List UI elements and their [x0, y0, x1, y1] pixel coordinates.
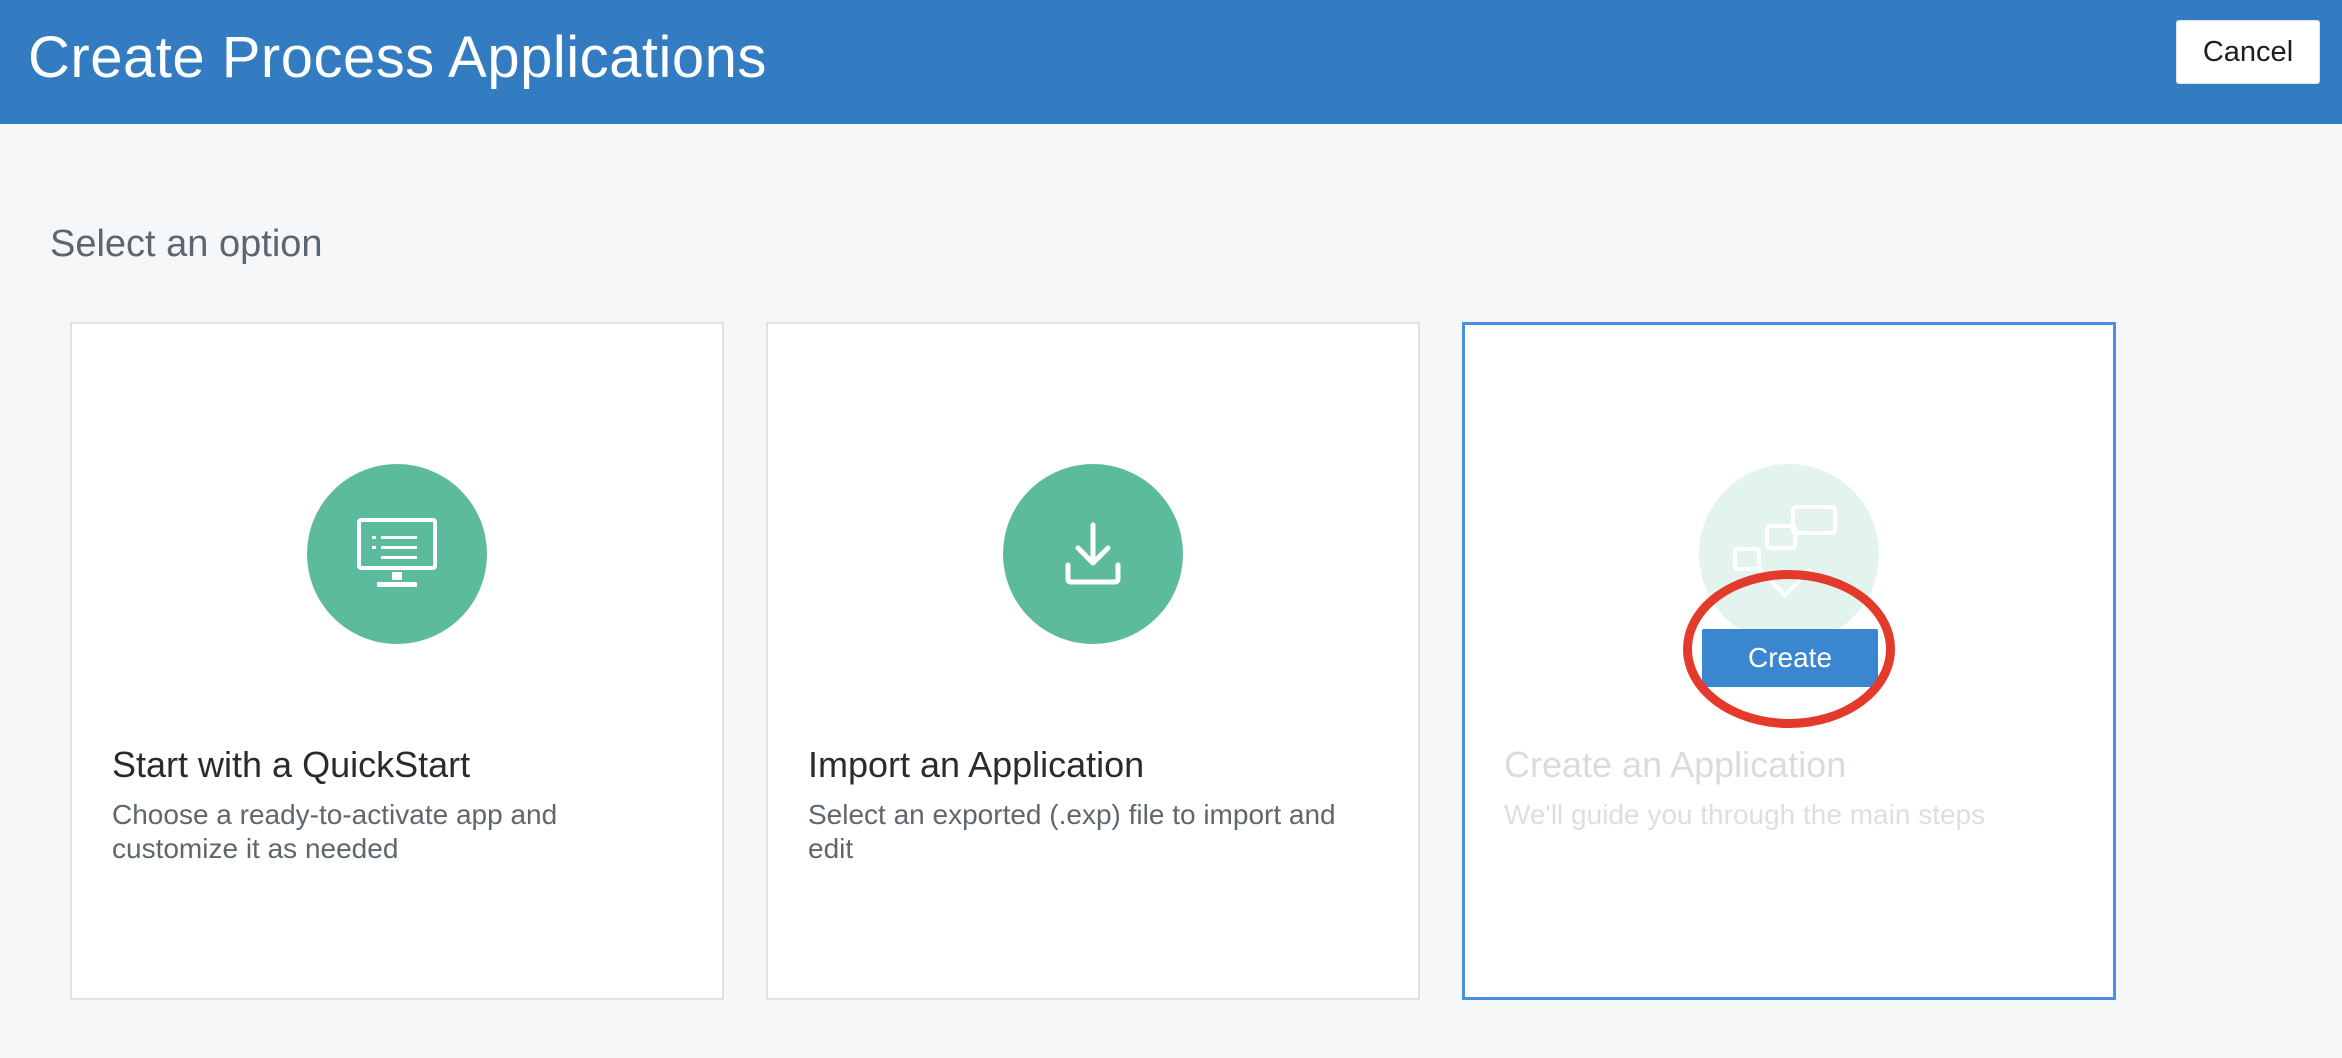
card-title: Create an Application	[1504, 744, 1847, 785]
card-title: Start with a QuickStart	[112, 744, 471, 785]
create-option-card[interactable]: Create Create an Application We'll guide…	[1462, 322, 2116, 1000]
header-bar: Create Process Applications Cancel	[0, 0, 2342, 124]
create-button[interactable]: Create	[1702, 629, 1878, 687]
card-title: Import an Application	[808, 744, 1145, 785]
card-description: We'll guide you through the main steps	[1504, 799, 1986, 830]
page-title: Create Process Applications	[28, 25, 767, 90]
card-description: Select an exported (.exp) file to import…	[808, 799, 1336, 864]
import-option-card[interactable]: Import an Application Select an exported…	[766, 322, 1420, 1000]
diagram-icon	[1699, 464, 1879, 644]
quickstart-option-card[interactable]: Start with a QuickStart Choose a ready-t…	[70, 322, 724, 1000]
download-icon	[1003, 464, 1183, 644]
card-description: Choose a ready-to-activate app and custo…	[112, 799, 558, 864]
cancel-button[interactable]: Cancel	[2176, 20, 2320, 84]
section-heading: Select an option	[50, 223, 323, 265]
monitor-icon	[307, 464, 487, 644]
